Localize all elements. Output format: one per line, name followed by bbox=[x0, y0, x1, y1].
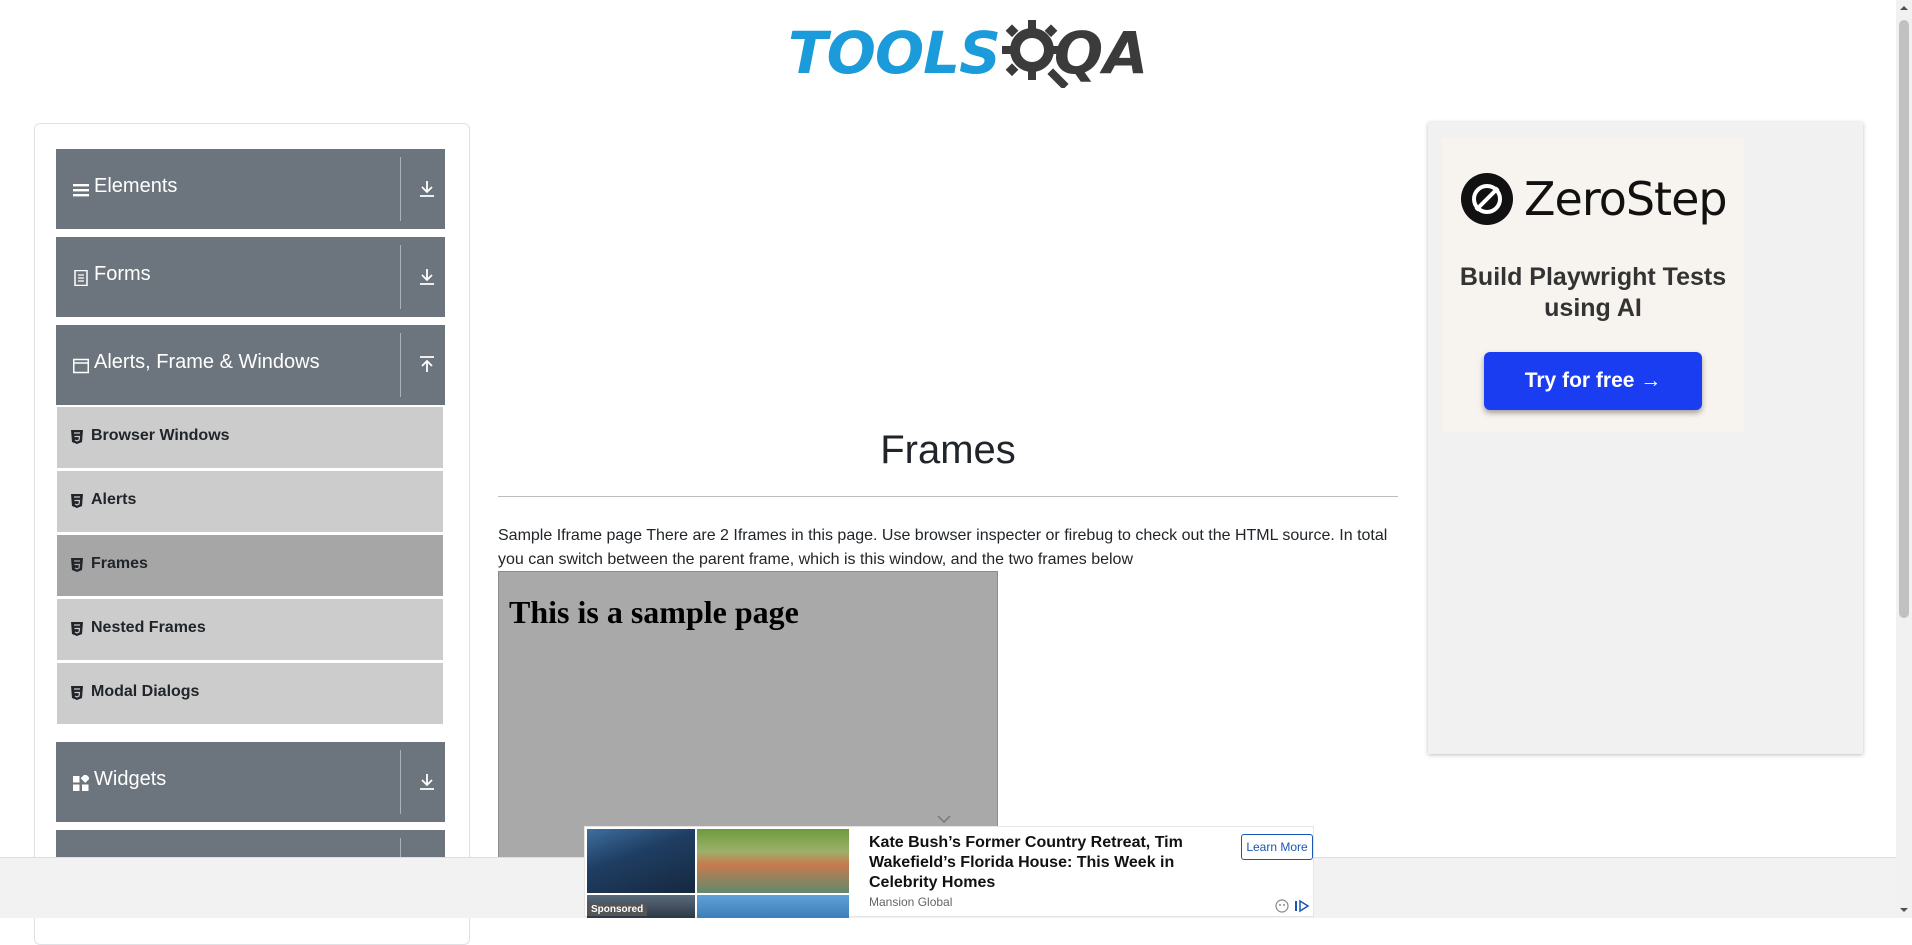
right-advertisement[interactable]: ZeroStep Build Playwright Tests using AI… bbox=[1428, 122, 1863, 754]
html5-icon bbox=[71, 622, 83, 636]
logo-text-qa: QA bbox=[1053, 19, 1149, 87]
bottom-advertisement[interactable]: Sponsored Kate Bush’s Former Country Ret… bbox=[584, 826, 1314, 918]
menu-item-label: Alerts bbox=[91, 491, 137, 508]
toolsqa-logo[interactable]: TOOLS QA bbox=[788, 16, 1148, 90]
group-title: Forms bbox=[94, 263, 151, 285]
scroll-down-arrow-icon[interactable] bbox=[1900, 906, 1908, 914]
scrollbar-thumb[interactable] bbox=[1899, 20, 1909, 618]
divider bbox=[400, 245, 401, 309]
sponsored-badge: Sponsored bbox=[587, 903, 648, 916]
ad-source: Mansion Global bbox=[869, 895, 953, 909]
ad-thumbnail-portrait[interactable] bbox=[587, 829, 695, 893]
divider bbox=[400, 750, 401, 814]
learn-more-button[interactable]: Learn More bbox=[1241, 834, 1313, 860]
menu-item-label: Nested Frames bbox=[91, 619, 206, 636]
sidebar-item-browser-windows[interactable]: Browser Windows bbox=[57, 407, 443, 468]
menu-item-label: Modal Dialogs bbox=[91, 683, 200, 700]
group-title: Alerts, Frame & Windows bbox=[94, 351, 320, 373]
divider bbox=[400, 157, 401, 221]
ad-brand-name: ZeroStep bbox=[1524, 172, 1728, 226]
grid-icon bbox=[73, 775, 89, 791]
sidebar-item-nested-frames[interactable]: Nested Frames bbox=[57, 599, 443, 660]
chevron-down-icon[interactable] bbox=[937, 814, 951, 824]
html5-icon bbox=[71, 686, 83, 700]
upload-arrow-icon bbox=[420, 356, 434, 372]
logo-text-tools: TOOLS bbox=[788, 19, 1001, 87]
html5-icon bbox=[71, 494, 83, 508]
group-title: Elements bbox=[94, 175, 178, 197]
frame-heading: This is a sample page bbox=[509, 594, 799, 630]
page-title: Frames bbox=[880, 428, 1016, 472]
sidebar-group-elements[interactable]: Elements bbox=[56, 149, 445, 229]
vertical-scrollbar[interactable] bbox=[1896, 0, 1912, 917]
ad-thumbnail-pool[interactable] bbox=[697, 895, 849, 918]
scroll-up-arrow-icon[interactable] bbox=[1900, 4, 1908, 12]
sidebar-item-modal-dialogs[interactable]: Modal Dialogs bbox=[57, 663, 443, 724]
adchoices-icon[interactable] bbox=[1275, 899, 1313, 913]
left-panel-menu: Elements Forms Alerts, Frame & Windows B… bbox=[34, 123, 470, 945]
sidebar-group-alerts-frame-windows[interactable]: Alerts, Frame & Windows bbox=[56, 325, 445, 405]
window-icon bbox=[73, 358, 89, 374]
ad-card[interactable]: ZeroStep Build Playwright Tests using AI… bbox=[1442, 138, 1744, 432]
divider bbox=[400, 333, 401, 397]
download-arrow-icon bbox=[420, 181, 434, 197]
download-arrow-icon bbox=[420, 269, 434, 285]
menu-item-label: Browser Windows bbox=[91, 427, 230, 444]
zerostep-logo-icon bbox=[1461, 173, 1513, 225]
try-for-free-button[interactable]: Try for free → bbox=[1484, 352, 1702, 410]
ad-thumbnail-estate[interactable] bbox=[697, 829, 849, 893]
html5-icon bbox=[71, 558, 83, 572]
sidebar-group-widgets[interactable]: Widgets bbox=[56, 742, 445, 822]
sidebar-item-frames[interactable]: Frames bbox=[57, 535, 443, 596]
title-divider bbox=[498, 496, 1398, 497]
group-title: Widgets bbox=[94, 768, 167, 790]
download-arrow-icon bbox=[420, 774, 434, 790]
html5-icon bbox=[71, 430, 83, 444]
hamburger-icon bbox=[73, 184, 89, 197]
sidebar-item-alerts[interactable]: Alerts bbox=[57, 471, 443, 532]
menu-item-label: Frames bbox=[91, 555, 148, 572]
ad-tagline: Build Playwright Tests using AI bbox=[1459, 263, 1727, 322]
sidebar-group-forms[interactable]: Forms bbox=[56, 237, 445, 317]
page-description: Sample Iframe page There are 2 Iframes i… bbox=[498, 527, 1388, 568]
ad-headline[interactable]: Kate Bush’s Former Country Retreat, Tim … bbox=[869, 833, 1199, 893]
document-icon bbox=[74, 270, 88, 286]
ad-brand: ZeroStep bbox=[1460, 172, 1728, 226]
